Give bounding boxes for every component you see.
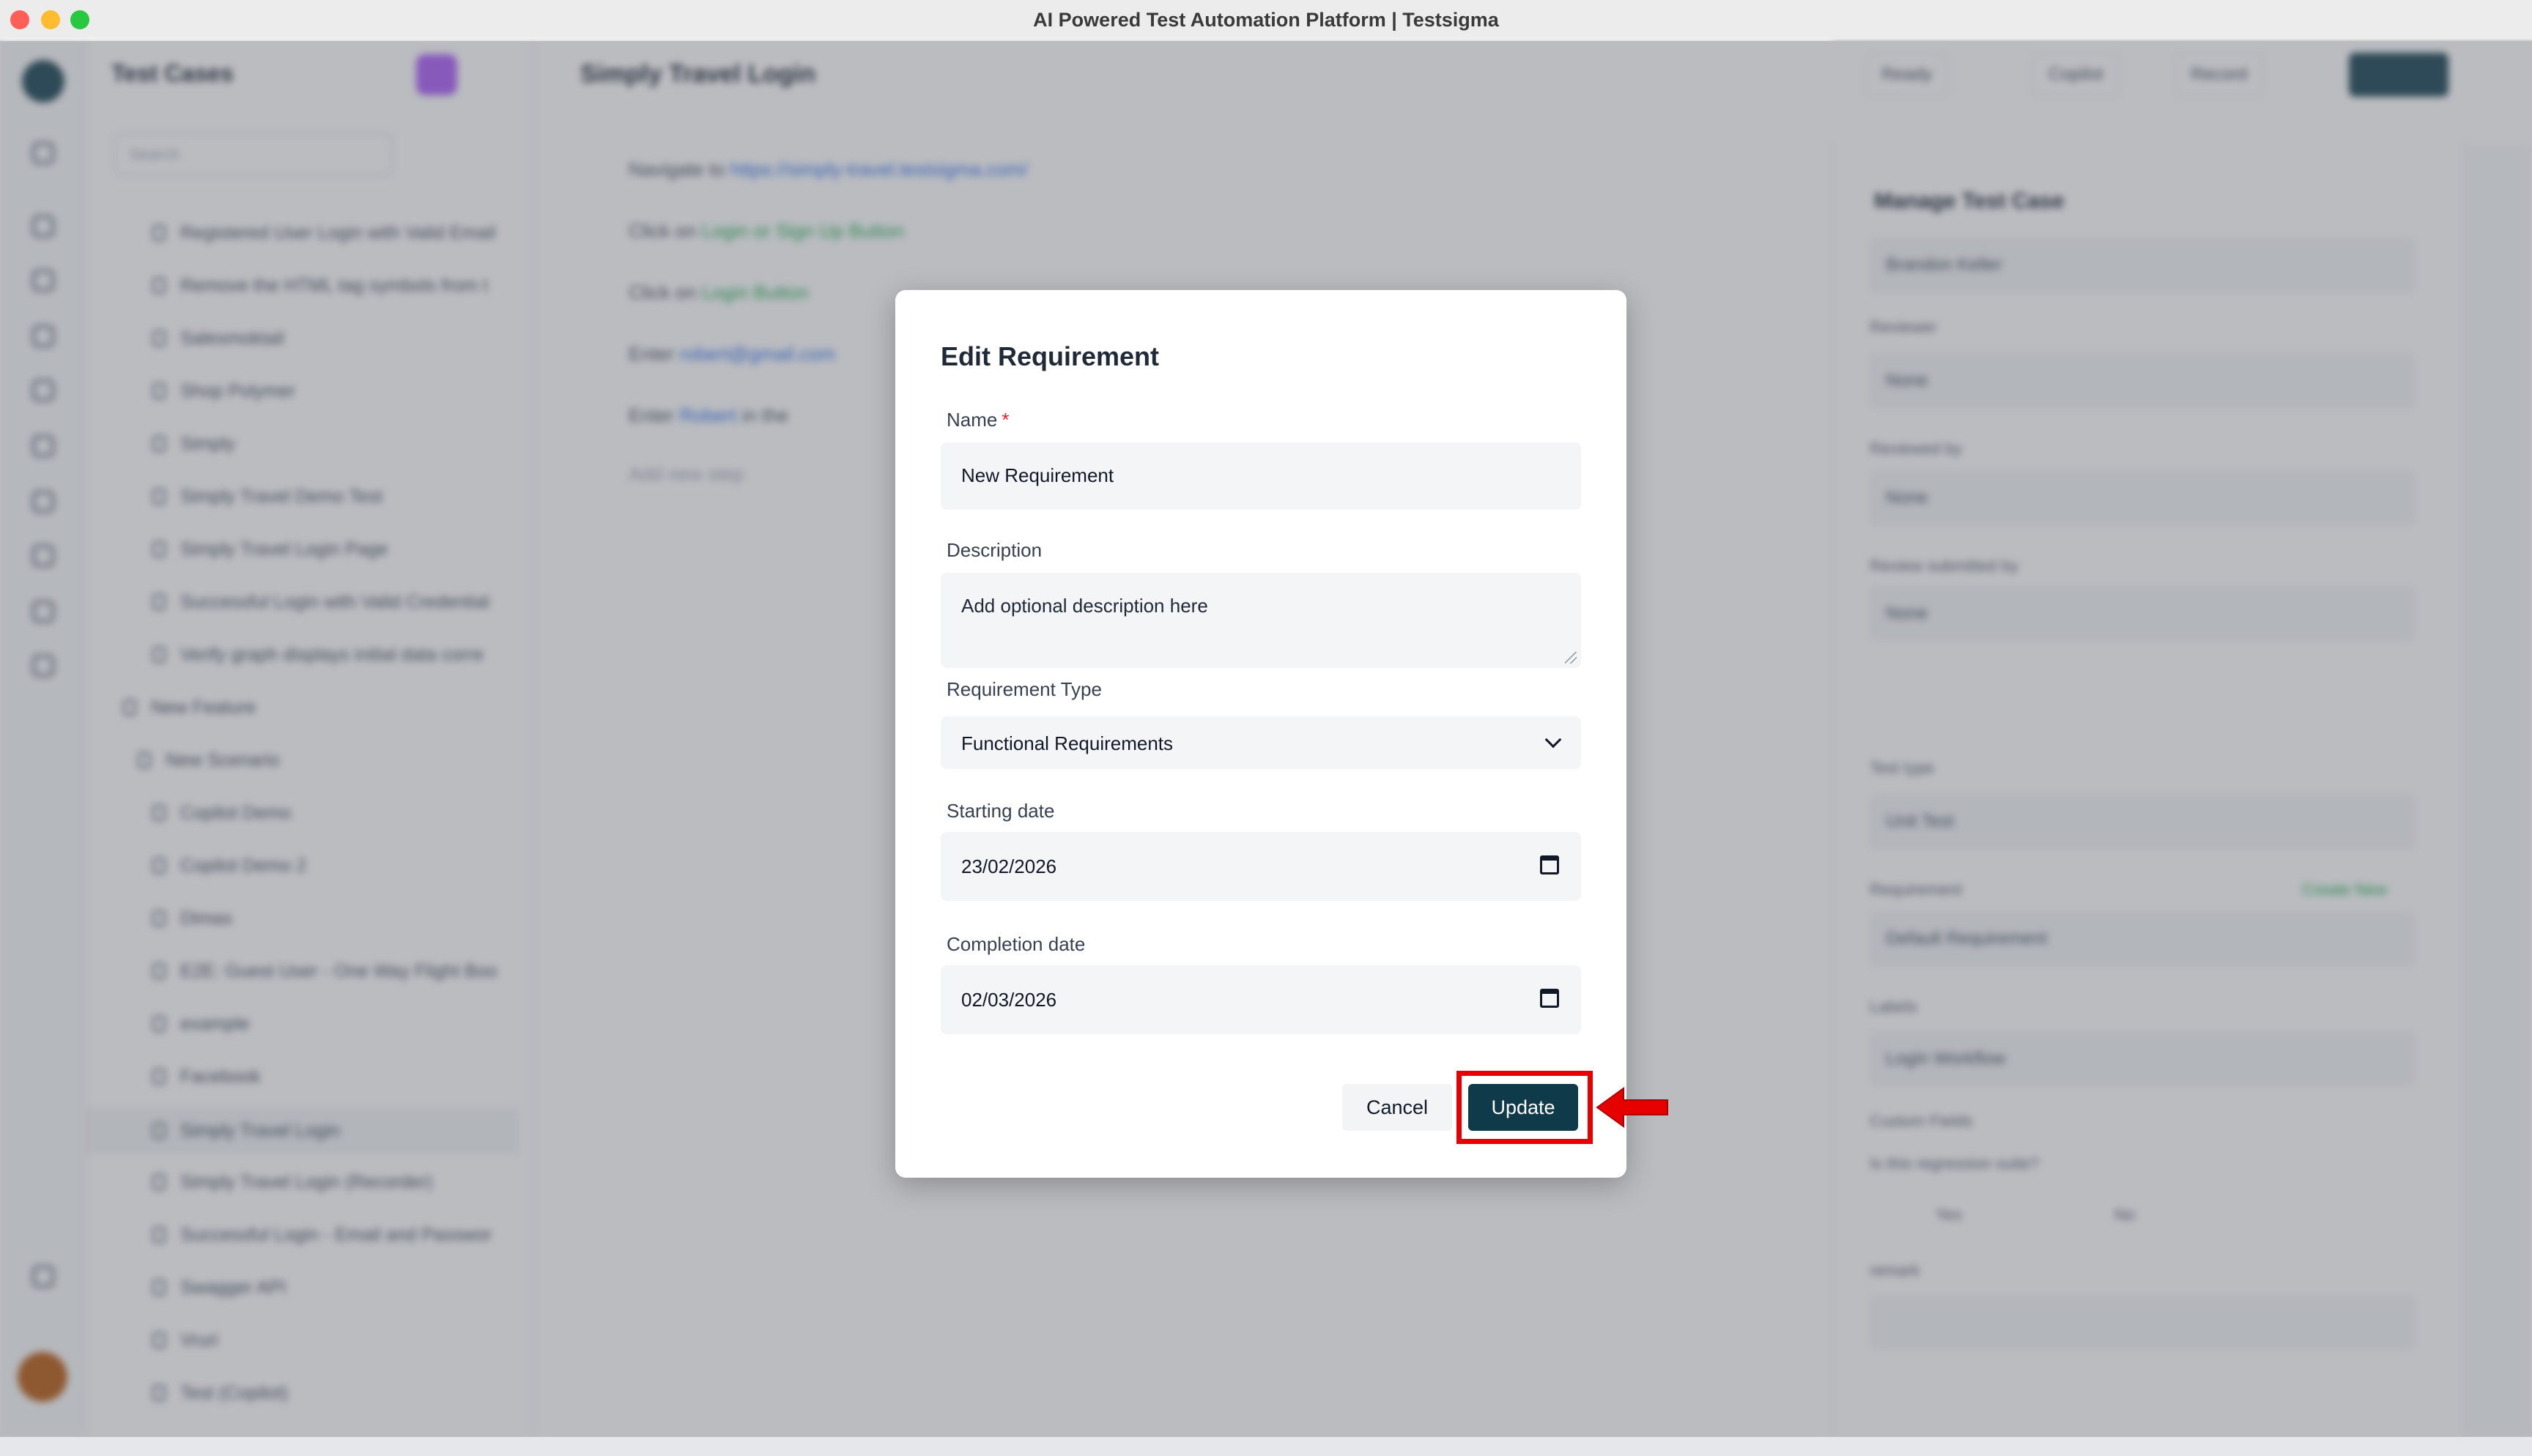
name-field[interactable]: New Requirement (941, 442, 1581, 510)
calendar-icon[interactable] (1540, 989, 1559, 1008)
pointer-arrow-icon (1596, 1087, 1668, 1128)
requirement-type-value: Functional Requirements (961, 732, 1174, 754)
description-textarea[interactable]: Add optional description here (941, 573, 1581, 668)
completion-date-value: 02/03/2026 (961, 989, 1057, 1011)
window-bottom-edge (0, 1437, 2532, 1456)
completion-date-label: Completion date (947, 933, 1086, 955)
highlight-box (1456, 1071, 1593, 1144)
name-value: New Requirement (961, 464, 1114, 486)
description-label: Description (947, 539, 1043, 561)
requirement-type-select[interactable]: Functional Requirements (941, 716, 1581, 769)
starting-date-label: Starting date (947, 800, 1055, 822)
chevron-down-icon (1544, 731, 1562, 749)
window-title: AI Powered Test Automation Platform | Te… (1033, 9, 1499, 31)
completion-date-input[interactable]: 02/03/2026 (941, 965, 1581, 1034)
name-label: Name * (947, 409, 1009, 431)
required-marker: * (1002, 409, 1010, 431)
window-titlebar: AI Powered Test Automation Platform | Te… (0, 0, 2532, 41)
calendar-icon[interactable] (1540, 855, 1559, 874)
requirement-type-label: Requirement Type (947, 678, 1102, 700)
cancel-button[interactable]: Cancel (1342, 1084, 1452, 1131)
dialog-title: Edit Requirement (941, 341, 1160, 371)
edit-requirement-dialog: Edit Requirement Name * New Requirement D… (895, 290, 1626, 1178)
description-placeholder: Add optional description here (961, 595, 1208, 617)
resize-handle-icon[interactable] (1565, 652, 1577, 664)
starting-date-input[interactable]: 23/02/2026 (941, 832, 1581, 901)
starting-date-value: 23/02/2026 (961, 855, 1057, 877)
name-label-text: Name (947, 409, 998, 431)
